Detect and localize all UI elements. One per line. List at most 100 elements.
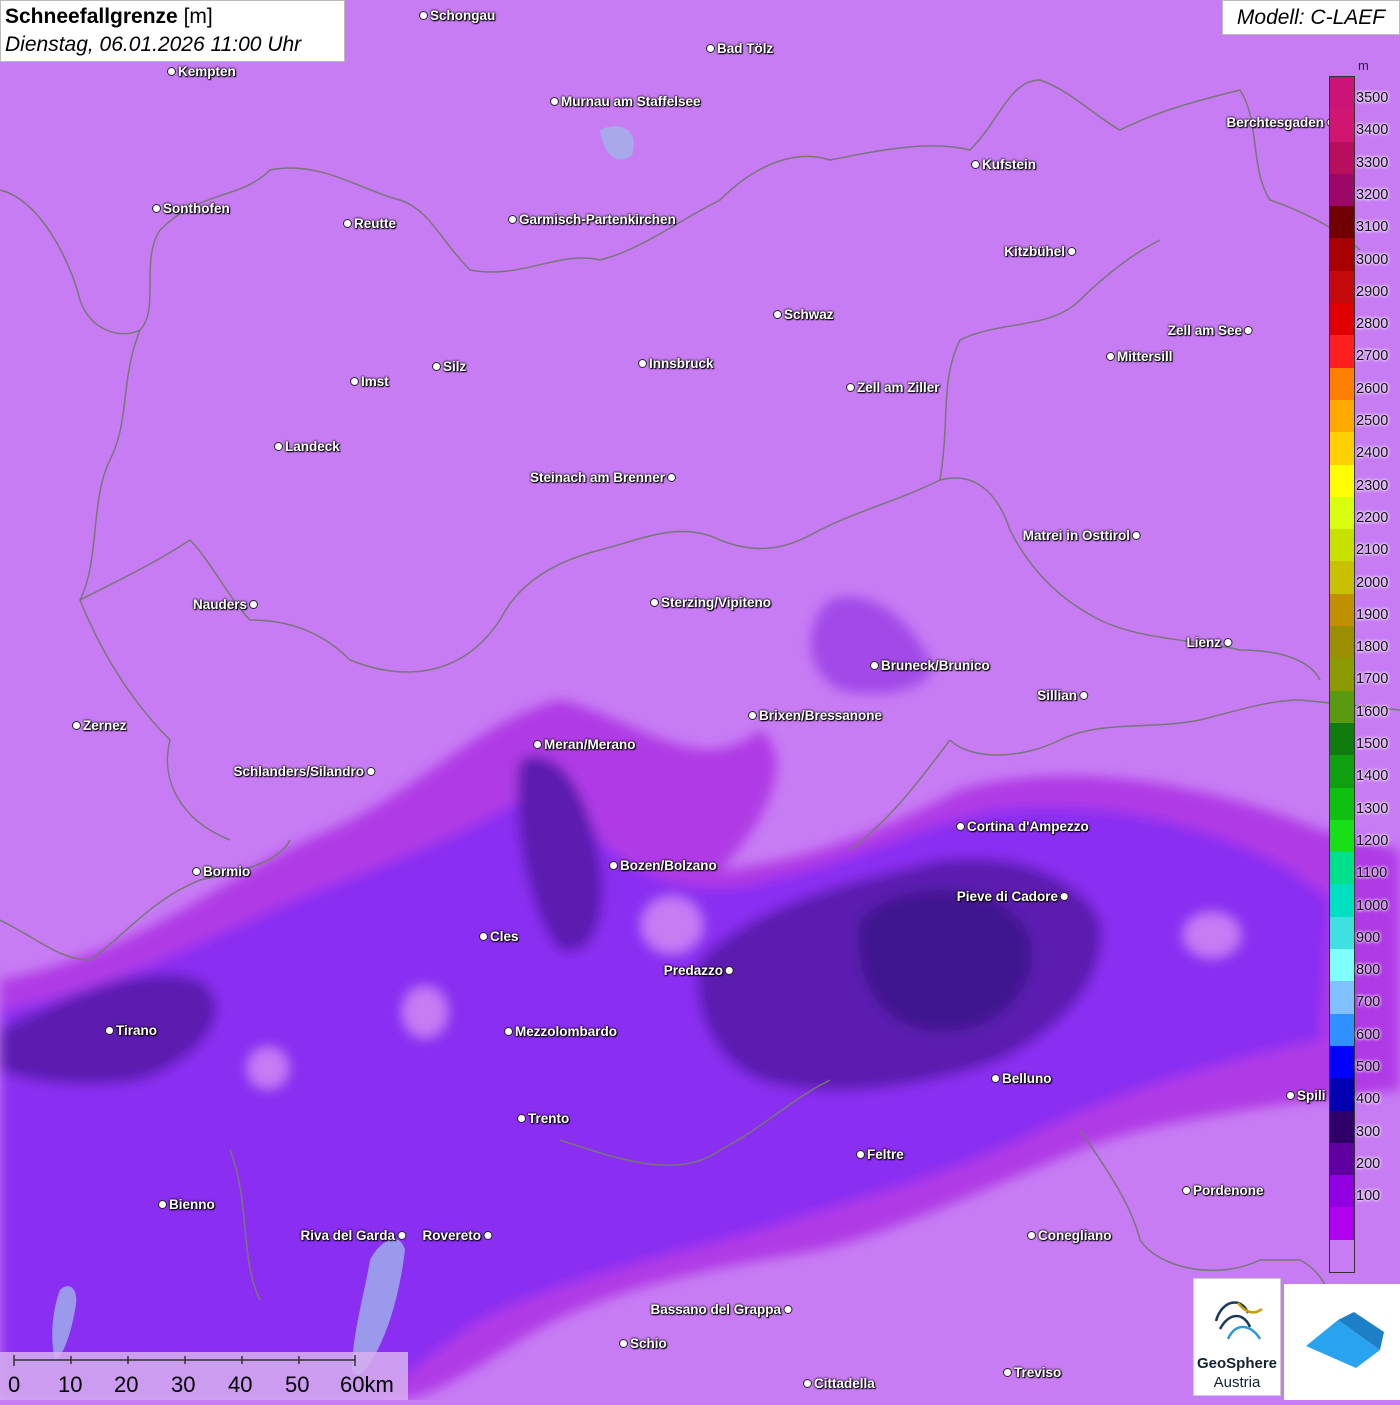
legend-swatch [1330,916,1354,950]
city-label: Kufstein [982,157,1036,173]
city-dot-icon [533,740,542,750]
city-label: Bruneck/Brunico [881,658,990,674]
city-label: Mittersill [1117,349,1173,365]
legend-tick-label: 400 [1356,1091,1381,1108]
city-marker: Kitzbühel [1004,243,1076,261]
city-marker: Schongau [419,7,495,25]
legend-tick-label: 3100 [1356,219,1389,236]
city-dot-icon [508,215,517,225]
city-marker: Predazzo [664,962,734,980]
legend-swatch [1330,399,1354,433]
city-marker: Matrei in Osttirol [1023,527,1141,545]
legend-swatch [1330,819,1354,853]
city-marker: Bienno [158,1196,215,1214]
city-label: Pordenone [1193,1183,1264,1199]
city-marker: Imst [350,373,389,391]
city-label: Lienz [1186,635,1221,651]
legend-tick-label: 1700 [1356,671,1389,688]
city-label: Trento [528,1111,570,1127]
city-marker: Murnau am Staffelsee [550,93,701,111]
city-marker: Nauders [193,596,258,614]
legend-tick-label: 2300 [1356,477,1389,494]
city-dot-icon [350,377,359,387]
city-marker: Trento [517,1110,569,1128]
city-label: Conegliano [1038,1228,1112,1244]
logo-line1: GeoSphere [1196,1355,1278,1372]
legend-tick-label: 600 [1356,1026,1381,1043]
city-dot-icon [158,1200,167,1210]
legend-swatch [1330,722,1354,756]
city-marker: Bruneck/Brunico [870,657,990,675]
legend-swatch [1330,173,1354,207]
legend-swatch [1330,464,1354,497]
legend-tick-label: 2400 [1356,445,1389,462]
legend-tick-label: 1500 [1356,736,1389,752]
city-dot-icon [192,867,201,877]
city-label: Mezzolombardo [515,1024,618,1040]
city-dot-icon [550,97,559,107]
legend-swatch [1330,626,1354,659]
legend-tick-label: 2000 [1356,574,1389,591]
city-marker: Garmisch-Partenkirchen [508,211,676,229]
city-dot-icon [167,67,176,77]
city-dot-icon [971,160,980,170]
legend-tick-label: 3000 [1356,251,1389,268]
city-marker: Sterzing/Vipiteno [650,594,771,612]
city-marker: Rovereto [422,1227,492,1245]
city-marker: Sillian [1037,687,1088,705]
city-marker: Pordenone [1182,1182,1264,1200]
legend-swatch [1330,77,1354,110]
legend-swatch [1330,1045,1354,1079]
scale-tick-label: 10 [58,1372,83,1397]
legend-swatch [1330,335,1354,368]
city-marker: Silz [432,358,466,376]
legend-tick-label: 1100 [1356,865,1388,882]
city-marker: Bassano del Grappa [650,1301,792,1319]
city-label: Sillian [1037,688,1077,704]
city-dot-icon [870,661,879,671]
legend-swatch [1330,593,1354,627]
legend-tick-label: 3500 [1356,90,1389,106]
city-marker: Kempten [167,63,236,81]
city-dot-icon [748,711,757,721]
city-dot-icon [706,44,715,54]
legend-tick-label: 800 [1356,962,1381,979]
legend-tick-label: 2100 [1356,542,1389,559]
city-label: Schio [630,1336,667,1352]
legend-tick-label: 1000 [1356,897,1389,914]
city-dot-icon [343,219,352,229]
city-dot-icon [1106,352,1115,362]
legend-tick-label: 3400 [1356,122,1389,139]
city-marker: Zell am Ziller [846,379,940,397]
city-label: Predazzo [663,963,723,979]
city-marker: Schlanders/Silandro [233,763,375,781]
city-dot-icon [650,598,659,608]
map-title: Schneefallgrenze [5,5,178,28]
city-marker: Landeck [274,438,340,456]
legend-tick-label: 1800 [1356,639,1389,656]
scale-tick-label: 20 [114,1372,139,1397]
scale-tick-label: 40 [228,1372,253,1397]
city-label: Steinach am Brenner [529,470,665,486]
legend-tick-label: 100 [1356,1188,1381,1205]
city-dot-icon [773,310,782,320]
city-dot-icon [419,11,428,21]
city-marker: Bozen/Bolzano [609,857,717,875]
city-marker: Mittersill [1106,348,1173,366]
city-label: Feltre [867,1147,904,1163]
legend-tick-label: 700 [1356,994,1381,1011]
city-dot-icon [667,473,676,483]
city-label: Kempten [178,64,236,80]
city-dot-icon [1079,691,1088,701]
city-marker: Riva del Garda [300,1227,406,1245]
city-dot-icon [619,1339,628,1349]
legend-tick-label: 900 [1356,929,1381,946]
legend-tick-label: 2500 [1356,413,1389,429]
geosphere-logo: GeoSphere Austria [1193,1278,1281,1396]
city-dot-icon [517,1114,526,1124]
city-dot-icon [432,362,441,372]
city-dot-icon [609,861,618,871]
city-dot-icon [483,1231,492,1241]
city-dot-icon [72,721,81,731]
legend-swatch [1330,1239,1354,1272]
